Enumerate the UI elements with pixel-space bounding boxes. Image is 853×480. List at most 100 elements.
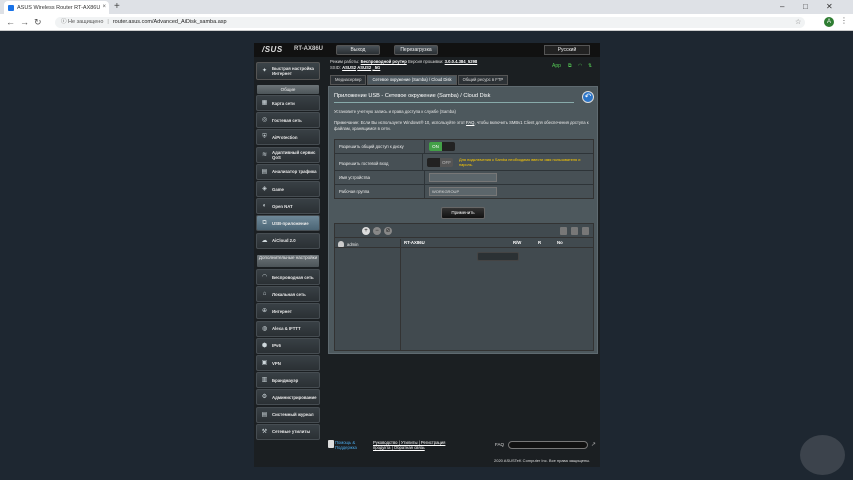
sidebar-item-general-0[interactable]: ▦ Карта сети: [256, 95, 320, 111]
quick-setup-button[interactable]: ✦ Быстрая настройка Интернет: [256, 62, 320, 80]
browser-tab[interactable]: ASUS Wireless Router RT-AX86U ×: [4, 1, 109, 14]
model-name: RT-AX86U: [294, 46, 324, 52]
col-no: No: [557, 240, 563, 245]
help-link[interactable]: Помощь & Поддержка: [335, 440, 367, 450]
guest-toggle[interactable]: OFF: [427, 157, 453, 167]
usb-status-icon[interactable]: ⧉: [568, 63, 572, 69]
window-minimize-button[interactable]: –: [780, 1, 784, 13]
sidebar-item-general-3[interactable]: ≋ Адаптивный сервис QoS: [256, 146, 320, 163]
sidebar-item-icon: ⬢: [261, 342, 268, 349]
new-tab-button[interactable]: +: [114, 1, 120, 13]
sidebar-item-advanced-6[interactable]: ▥ Брандмауэр: [256, 372, 320, 389]
ssid-link[interactable]: ASUS2: [342, 65, 356, 70]
footer-links-2[interactable]: продукта | Обратная связь: [373, 445, 425, 450]
sidebar-item-icon: ◠: [261, 274, 268, 280]
sidebar-item-icon: ▤: [261, 168, 268, 175]
tab-close-icon[interactable]: ×: [102, 4, 106, 10]
window-close-button[interactable]: ✕: [826, 1, 833, 13]
window-maximize-button[interactable]: □: [803, 1, 808, 13]
sidebar-item-icon: ◐: [262, 203, 267, 210]
sidebar-item-general-1[interactable]: ◎ Гостевая сеть: [256, 112, 320, 129]
sidebar-item-advanced-3[interactable]: ◍ Alexa & IFTTT: [256, 320, 320, 337]
info-icon: ⓘ: [61, 19, 67, 25]
language-select[interactable]: Русский: [544, 45, 590, 55]
app-status[interactable]: App: [552, 63, 561, 69]
sidebar-item-advanced-7[interactable]: ⚙ Администрирование: [256, 389, 320, 406]
edit-user-icon[interactable]: ⊘: [384, 227, 392, 235]
back-icon[interactable]: ↶: [582, 91, 594, 103]
remove-user-icon[interactable]: −: [373, 227, 381, 235]
edit-folder-icon[interactable]: [582, 227, 589, 235]
sidebar: ✦ Быстрая настройка Интернет Общие ▦ Карт…: [254, 57, 322, 467]
network-status-icon[interactable]: ⇅: [588, 63, 592, 69]
sidebar-item-label: Локальная сеть: [272, 291, 306, 297]
logout-button[interactable]: Выход: [336, 45, 380, 55]
note: Примечание: Если Вы используете Windows®…: [334, 120, 589, 131]
help-icon: [328, 440, 334, 448]
sidebar-item-general-2[interactable]: ⛨ AiProtection: [256, 129, 320, 146]
sidebar-item-advanced-8[interactable]: ▤ Системный журнал: [256, 406, 320, 423]
sidebar-item-general-8[interactable]: ☁ AiCloud 2.0: [256, 232, 320, 249]
sidebar-item-general-4[interactable]: ▤ Анализатор трафика: [256, 163, 320, 180]
sidebar-item-advanced-4[interactable]: ⬢ IPv6: [256, 337, 320, 354]
back-arrow-icon[interactable]: ←: [6, 17, 15, 27]
add-user-icon[interactable]: +: [362, 227, 370, 235]
sidebar-item-label: AiProtection: [272, 134, 298, 140]
sidebar-item-icon: ▦: [261, 100, 268, 106]
sidebar-item-advanced-5[interactable]: ▣ VPN: [256, 355, 320, 371]
sidebar-item-label: Гостевая сеть: [272, 117, 302, 123]
sidebar-item-label: Адаптивный сервис QoS: [272, 149, 316, 160]
reboot-button[interactable]: Перезагрузка: [394, 45, 438, 55]
share-toggle[interactable]: ON: [429, 142, 455, 151]
tab-samba[interactable]: Сетевое окружение (Samba) / Cloud Disk: [367, 75, 457, 85]
url-input[interactable]: ⓘ Не защищено | router.asus.com/Advanced_A…: [55, 17, 805, 28]
col-rw: R/W: [513, 240, 522, 245]
sidebar-item-advanced-2[interactable]: ⊕ Интернет: [256, 303, 320, 320]
save-permissions-button[interactable]: [477, 252, 519, 261]
sidebar-item-icon: ☁: [261, 237, 268, 244]
content-tabs: Медиасервер Сетевое окружение (Samba) / …: [330, 75, 509, 85]
workgroup-input[interactable]: WORKGROUP: [429, 187, 497, 196]
sidebar-item-label: Системный журнал: [272, 412, 314, 418]
asus-logo: /SUS: [262, 45, 283, 54]
sidebar-item-label: Анализатор трафика: [272, 169, 317, 175]
sidebar-item-label: Интернет: [272, 308, 292, 314]
sidebar-item-label: Game: [272, 186, 284, 192]
sidebar-item-label: VPN: [272, 360, 281, 366]
sidebar-item-advanced-0[interactable]: ◠ Беспроводная сеть: [256, 269, 320, 285]
firmware-link[interactable]: 3.0.0.4.384_5298: [445, 59, 478, 64]
forward-arrow-icon[interactable]: →: [20, 17, 29, 27]
page-title: Приложение USB - Сетевое окружение (Samb…: [334, 93, 491, 99]
col-device: RT-AX86U: [404, 240, 425, 245]
sidebar-item-general-6[interactable]: ◐ Open NAT: [256, 198, 320, 215]
wifi-status-icon[interactable]: ◠: [578, 63, 582, 69]
device-name-input[interactable]: [429, 173, 497, 182]
sidebar-item-general-7[interactable]: ⧉ USB-приложение: [256, 215, 320, 232]
form-row-device: Имя устройства: [335, 171, 593, 185]
sidebar-item-label: Alexa & IFTTT: [272, 326, 301, 332]
browser-tabbar: ASUS Wireless Router RT-AX86U × + – □ ✕: [0, 0, 853, 14]
sidebar-item-icon: ◍: [261, 325, 268, 332]
faq-label: FAQ: [495, 442, 505, 447]
star-icon[interactable]: ☆: [795, 18, 801, 26]
avatar[interactable]: A: [824, 17, 834, 27]
sidebar-item-advanced-1[interactable]: ⌂ Локальная сеть: [256, 286, 320, 303]
apply-button[interactable]: Применить: [441, 207, 485, 219]
faq-search-input[interactable]: [508, 441, 588, 449]
browser-addressbar: ← → ↻ ⓘ Не защищено | router.asus.com/Adva…: [0, 14, 853, 31]
delete-folder-icon[interactable]: [571, 227, 578, 235]
tab-ftp[interactable]: Общий ресурс в FTP: [457, 75, 509, 85]
sidebar-item-label: USB-приложение: [272, 220, 309, 226]
form-row-workgroup: Рабочая группа WORKGROUP: [335, 185, 593, 198]
sidebar-item-icon: ▣: [261, 360, 268, 366]
sidebar-item-general-5[interactable]: ◈ Game: [256, 181, 320, 197]
mode-link[interactable]: Беспроводной роутер: [361, 59, 407, 64]
sidebar-item-advanced-9[interactable]: ⚒ Сетевые утилиты: [256, 423, 320, 440]
reload-icon[interactable]: ↻: [34, 17, 42, 27]
faq-go-icon[interactable]: ↗: [591, 441, 596, 448]
security-status: Не защищено: [68, 19, 104, 25]
kebab-menu-icon[interactable]: ⋮: [840, 16, 848, 25]
tab-media-server[interactable]: Медиасервер: [330, 75, 367, 85]
form-row-share: Разрешить общий доступ к диску ON: [335, 140, 593, 154]
add-folder-icon[interactable]: [560, 227, 567, 235]
